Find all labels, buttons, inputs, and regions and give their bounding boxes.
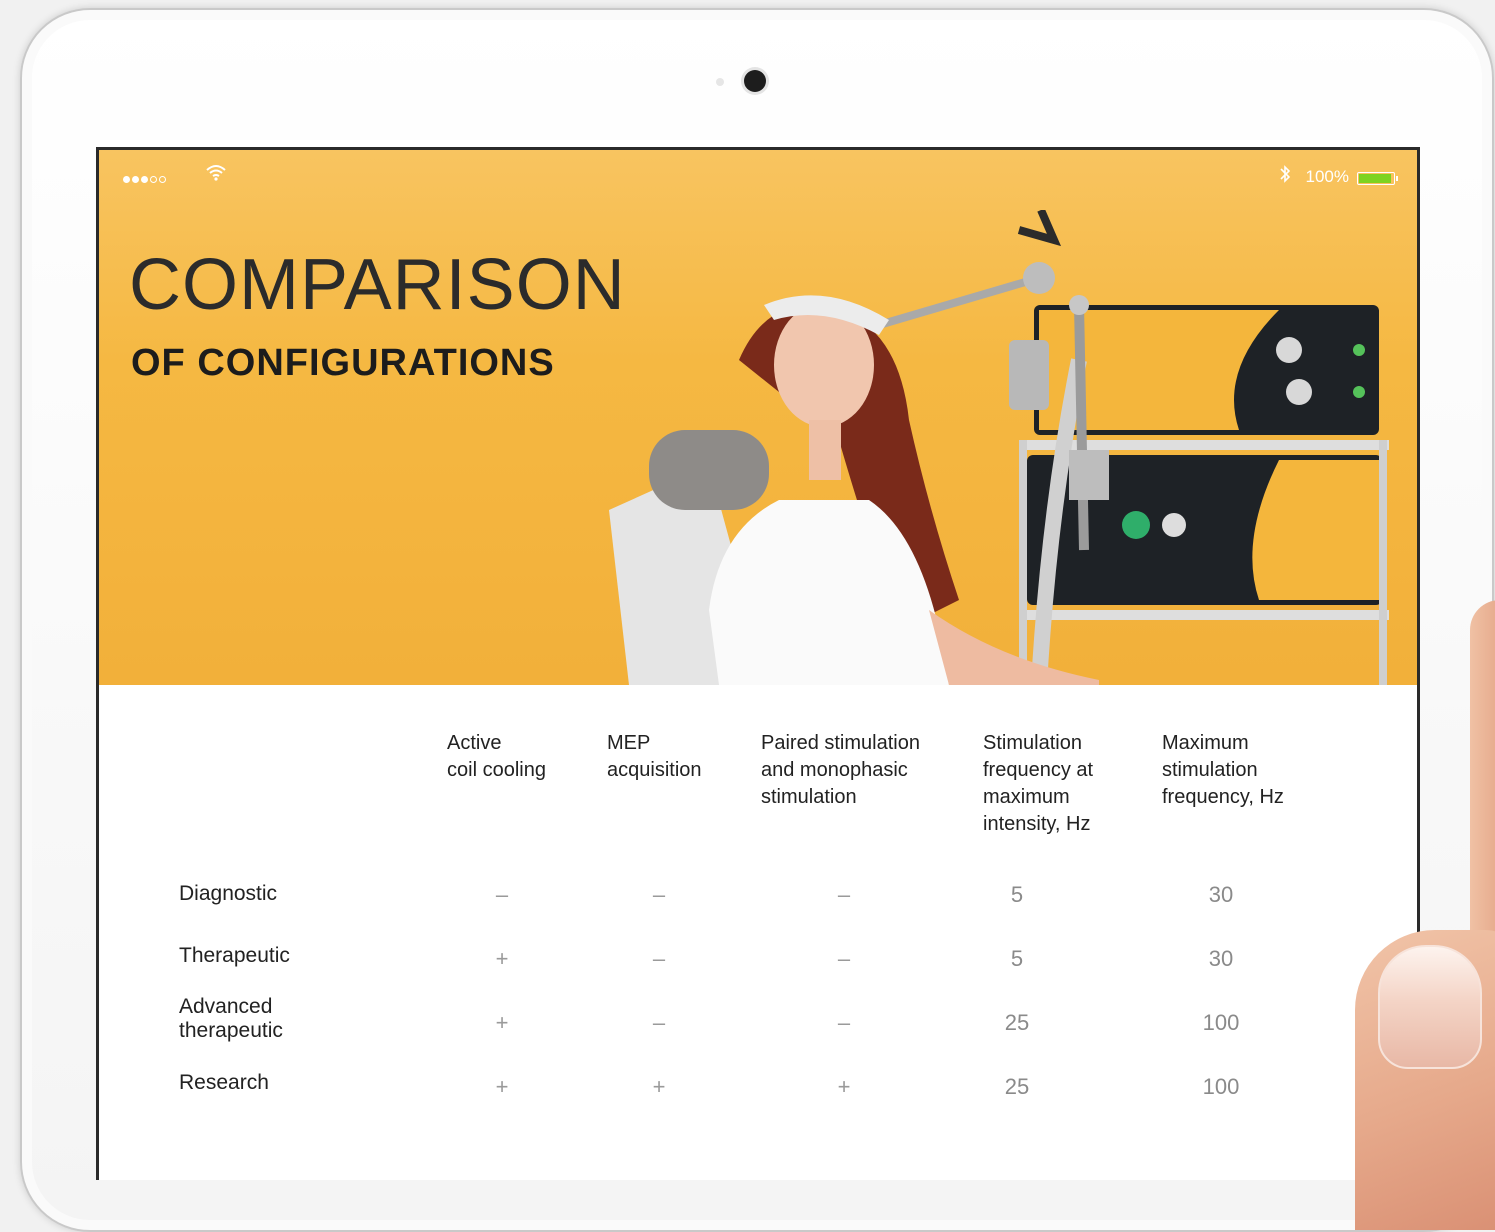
column-header: Active coil cooling (447, 732, 546, 781)
battery-icon (1357, 172, 1398, 185)
table-cell: 5 (1010, 946, 1024, 971)
table-cell: 25 (1004, 1010, 1030, 1035)
row-label: Therapeutic (179, 944, 290, 967)
bluetooth-icon (1279, 164, 1291, 189)
front-sensor (716, 78, 724, 86)
table-cell: – (652, 1010, 666, 1035)
thumbnail (1378, 945, 1482, 1069)
column-header: MEP acquisition (607, 732, 702, 781)
row-label: Research (179, 1071, 269, 1094)
stimulator-device (1009, 305, 1389, 685)
table-cell: 100 (1202, 1074, 1240, 1099)
table-cell: + (652, 1074, 666, 1099)
column-header: Paired stimulation and monophasic stimulat… (761, 732, 920, 808)
table-cell: – (495, 882, 509, 907)
table-cell: 30 (1208, 946, 1234, 971)
status-bar: 100% (99, 164, 1417, 190)
table-cell: 30 (1208, 882, 1234, 907)
table-cell: 5 (1010, 882, 1024, 907)
table-cell: 100 (1202, 1010, 1240, 1035)
tablet-screen: 100% COMPARISON OF CONFIGURATIONS Active… (96, 147, 1420, 1180)
row-label: Advanced therapeutic (179, 995, 283, 1042)
front-camera (744, 70, 766, 92)
table-cell: – (652, 882, 666, 907)
column-header: Stimulation frequency at maximum intensity,… (983, 732, 1094, 835)
table-cell: – (652, 946, 666, 971)
hero-photo (609, 210, 1389, 685)
table-cell: – (837, 946, 851, 971)
table-cell: 25 (1004, 1074, 1030, 1099)
table-cell: + (837, 1074, 851, 1099)
wifi-icon (205, 164, 227, 187)
table-cell: + (495, 1010, 509, 1035)
comparison-table: Active coil cooling MEP acquisition Paired… (99, 685, 1417, 1180)
table-cell: – (837, 1010, 851, 1035)
table-cell: + (495, 946, 509, 971)
row-label: Diagnostic (179, 882, 278, 905)
signal-dots-icon (123, 170, 168, 188)
column-header: Maximum stimulation frequency, Hz (1162, 732, 1284, 808)
hero-banner: 100% COMPARISON OF CONFIGURATIONS (99, 150, 1417, 685)
battery-percent: 100% (1305, 167, 1349, 186)
table-cell: – (837, 882, 851, 907)
table-cell: + (495, 1074, 509, 1099)
